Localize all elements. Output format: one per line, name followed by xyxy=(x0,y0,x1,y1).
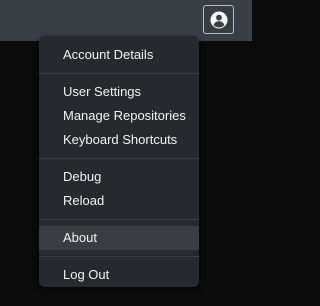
menu-item-keyboard-shortcuts[interactable]: Keyboard Shortcuts xyxy=(39,128,199,152)
account-circle-icon xyxy=(210,11,228,29)
menu-item-log-out[interactable]: Log Out xyxy=(39,263,199,287)
menu-item-about[interactable]: About xyxy=(39,226,199,250)
account-menu-button[interactable] xyxy=(203,5,234,34)
account-dropdown-menu: Account Details User Settings Manage Rep… xyxy=(39,36,199,287)
top-bar xyxy=(0,0,252,41)
menu-divider xyxy=(39,256,199,257)
menu-item-account-details[interactable]: Account Details xyxy=(39,43,199,67)
menu-divider xyxy=(39,73,199,74)
menu-item-debug[interactable]: Debug xyxy=(39,165,199,189)
menu-item-manage-repositories[interactable]: Manage Repositories xyxy=(39,104,199,128)
menu-item-reload[interactable]: Reload xyxy=(39,189,199,213)
menu-divider xyxy=(39,219,199,220)
menu-divider xyxy=(39,158,199,159)
menu-item-user-settings[interactable]: User Settings xyxy=(39,80,199,104)
